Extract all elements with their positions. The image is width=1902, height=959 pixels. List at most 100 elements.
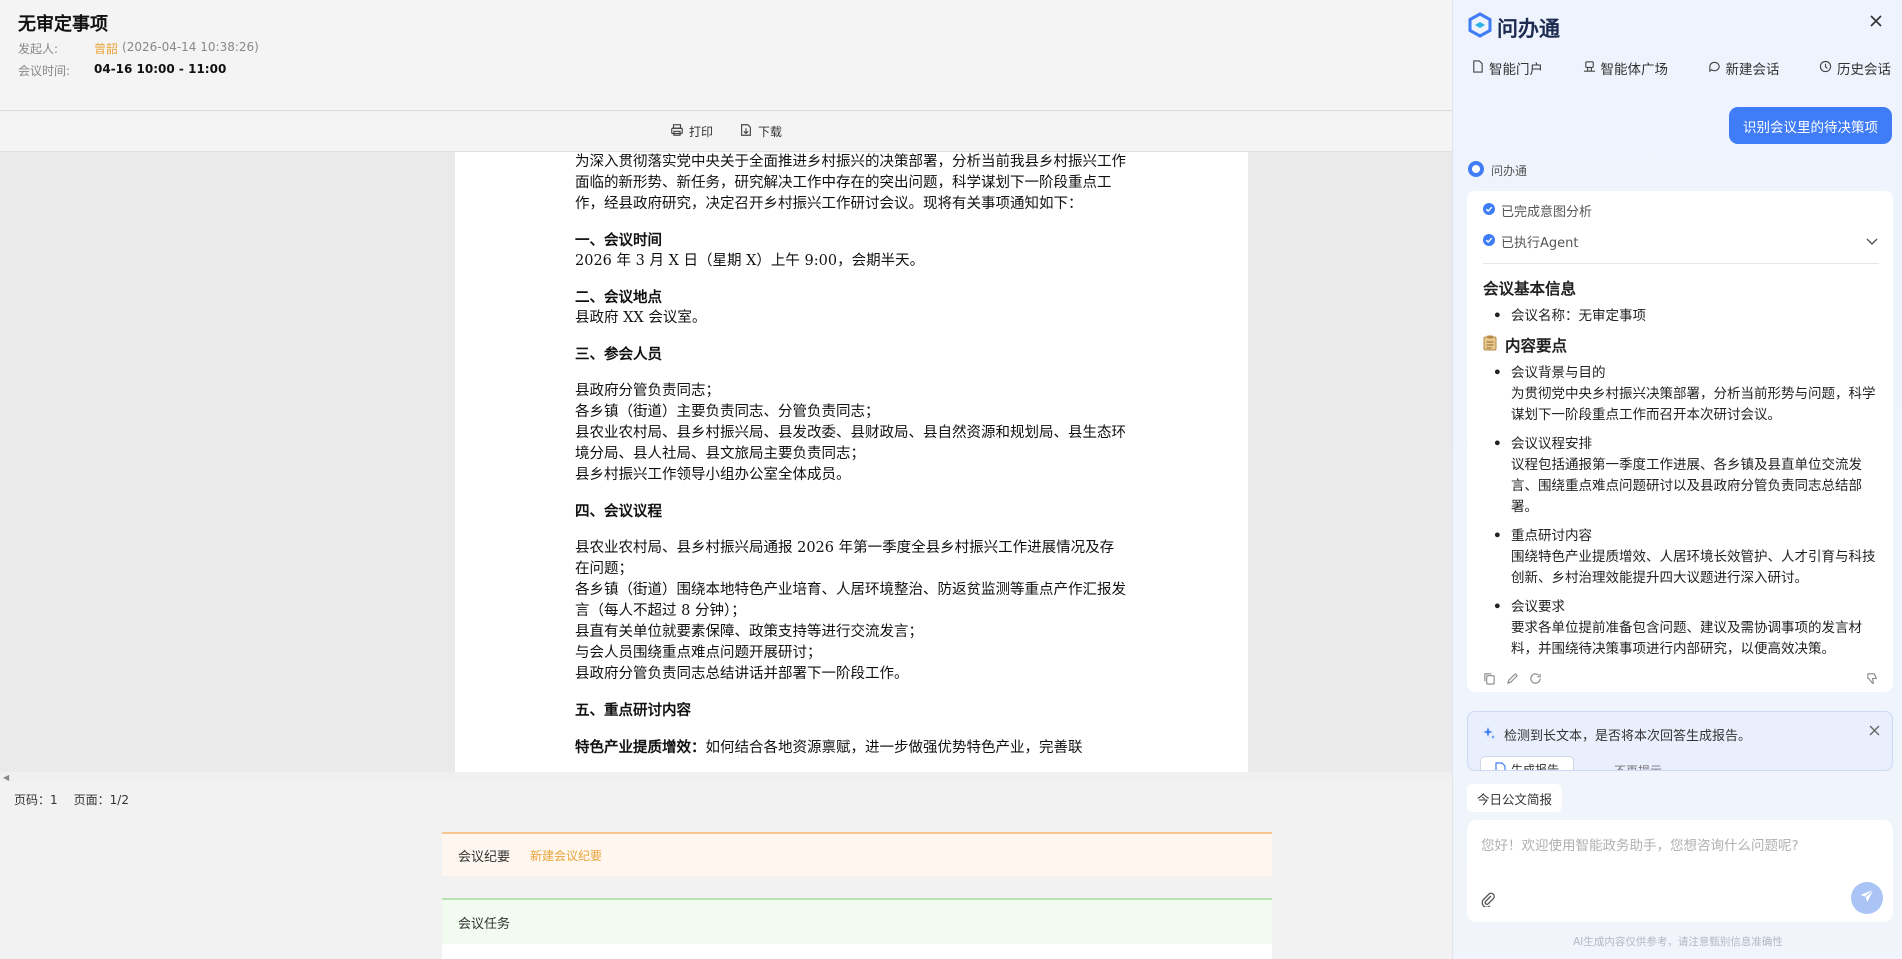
scroll-left-icon[interactable]: ◀ [3, 773, 9, 782]
step-label: 已执行Agent [1501, 236, 1579, 251]
download-label: 下载 [758, 125, 783, 139]
meeting-header: 无审定事项 发起人: 曾韶 (2026-04-14 10:38:26) 会议时间… [0, 0, 1452, 111]
report-suggestion: 检测到长文本，是否将本次回答生成报告。 生成报告 不再提示 [1467, 711, 1893, 771]
meeting-detail-pane: 无审定事项 发起人: 曾韶 (2026-04-14 10:38:26) 会议时间… [0, 0, 1452, 959]
doc-paragraph: 各乡镇（街道）主要负责同志、分管负责同志； [575, 404, 880, 420]
page-number: 页码：1 [14, 793, 58, 807]
document-icon [1495, 761, 1506, 770]
print-label: 打印 [688, 125, 713, 139]
initiator-row: 发起人: 曾韶 (2026-04-14 10:38:26) [18, 40, 259, 57]
doc-paragraph: 县农业农村局、县乡村振兴局通报 2026 年第一季度全县乡村振兴工作进展情况及存… [575, 540, 1115, 577]
generate-report-button[interactable]: 生成报告 [1480, 756, 1575, 770]
clock-icon [1819, 60, 1832, 77]
download-icon [739, 123, 753, 140]
new-minutes-link[interactable]: 新建会议纪要 [530, 847, 602, 864]
nav-history[interactable]: 历史会话 [1819, 58, 1891, 78]
doc-bold-lead: 特色产业提质增效： [575, 739, 706, 756]
answer-actions [1483, 670, 1879, 689]
doc-section-title: 二、会议地点 [575, 289, 662, 306]
close-button[interactable] [1864, 10, 1888, 34]
send-icon [1859, 888, 1875, 908]
nav-agent-plaza[interactable]: 智能体广场 [1583, 58, 1669, 78]
send-button[interactable] [1851, 882, 1883, 914]
chevron-down-icon[interactable] [1865, 233, 1879, 252]
dont-show-again-link[interactable]: 不再提示 [1614, 762, 1662, 770]
user-message: 识别会议里的待决策项 [1729, 107, 1892, 144]
divider [1483, 263, 1879, 264]
doc-section-title: 一、会议时间 [575, 232, 662, 249]
refresh-icon[interactable] [1529, 670, 1542, 689]
list-item: 会议要求 要求各单位提前准备包含问题、建议及需协调事项的发言材料，并围绕待决策事… [1483, 597, 1879, 660]
copy-icon[interactable] [1483, 670, 1496, 689]
assistant-nav: 智能门户 智能体广场 新建会话 历史会话 [1471, 58, 1891, 78]
tasks-label: 会议任务 [442, 900, 1272, 944]
brand: 问办通 [1467, 12, 1560, 43]
assistant-tag: 问办通 [1467, 160, 1527, 181]
nav-new-chat[interactable]: 新建会话 [1708, 58, 1780, 78]
close-icon[interactable] [1869, 721, 1880, 740]
basic-info-list: 会议名称：无审定事项 [1483, 306, 1879, 327]
document-viewport[interactable]: 为深入贯彻落实党中央关于全面推进乡村振兴的决策部署，分析当前我县乡村振兴工作面临… [0, 152, 1452, 772]
download-button[interactable]: 下载 [739, 123, 782, 140]
nav-smart-portal[interactable]: 智能门户 [1471, 58, 1543, 78]
thumbs-down-icon[interactable] [1866, 670, 1879, 689]
sparkle-icon [1482, 726, 1496, 744]
ai-disclaimer: AI生成内容仅供参考，请注意甄别信息准确性 [1573, 936, 1783, 948]
doc-paragraph: 县乡村振兴工作领导小组办公室全体成员。 [575, 467, 851, 483]
doc-paragraph: 县农业农村局、县乡村振兴局、县发改委、县财政局、县自然资源和规划局、县生态环境分… [575, 425, 1126, 462]
section-heading: 内容要点 [1483, 335, 1879, 357]
assistant-panel: 问办通 智能门户 智能体广场 新建会话 历史会话 识别会议里的待决策项 问办通 [1452, 0, 1902, 959]
agent-icon [1583, 60, 1596, 77]
nav-label: 智能门户 [1489, 62, 1543, 78]
minutes-label: 会议纪要 [458, 849, 511, 865]
chat-input[interactable] [1467, 820, 1893, 880]
meeting-time-row: 会议时间: 04-16 10:00 - 11:00 [18, 62, 226, 79]
meeting-time-label: 会议时间: [18, 64, 71, 78]
printer-icon [670, 123, 684, 140]
list-item: 会议名称：无审定事项 [1483, 306, 1879, 327]
initiator-label: 发起人: [18, 42, 59, 56]
answer-content: 会议基本信息 会议名称：无审定事项 内容要点 会议背景与目的 为贯彻党中央乡村振… [1483, 279, 1879, 668]
minutes-panel: 会议纪要 新建会议纪要 [442, 832, 1272, 876]
point-title: 重点研讨内容 [1511, 528, 1592, 544]
doc-paragraph: 2026 年 3 月 X 日（星期 X）上午 9:00，会期半天。 [575, 253, 925, 269]
tasks-panel: 会议任务 [442, 898, 1272, 959]
assistant-avatar-icon [1467, 160, 1485, 181]
attach-button[interactable] [1477, 890, 1499, 912]
edit-icon[interactable] [1506, 670, 1519, 689]
nav-label: 新建会话 [1725, 62, 1780, 78]
quick-prompt-chip[interactable]: 今日公文简报 [1467, 784, 1563, 812]
nav-label: 智能体广场 [1600, 62, 1669, 78]
list-item: 重点研讨内容 围绕特色产业提质增效、人居环境长效管护、人才引育与科技创新、乡村治… [1483, 526, 1879, 589]
print-button[interactable]: 打印 [670, 123, 713, 140]
doc-section-title: 五、重点研讨内容 [575, 702, 691, 719]
point-desc: 为贯彻党中央乡村振兴决策部署，分析当前形势与问题，科学谋划下一阶段重点工作而召开… [1511, 386, 1876, 423]
assistant-name: 问办通 [1491, 164, 1528, 178]
section-title: 内容要点 [1505, 336, 1568, 355]
page-status: 页码：1 页面：1/2 [14, 791, 129, 808]
brand-logo-icon [1467, 12, 1493, 43]
clipboard-icon [1483, 335, 1497, 357]
meeting-time-value: 04-16 10:00 - 11:00 [94, 62, 227, 76]
list-item: 会议背景与目的 为贯彻党中央乡村振兴决策部署，分析当前形势与问题，科学谋划下一阶… [1483, 363, 1879, 426]
doc-paragraph: 与会人员围绕重点难点问题开展研讨； [575, 645, 822, 661]
doc-paragraph: 县政府 XX 会议室。 [575, 310, 707, 326]
step-agent[interactable]: 已执行Agent [1483, 232, 1578, 251]
step-label: 已完成意图分析 [1501, 205, 1593, 220]
point-desc: 要求各单位提前准备包含问题、建议及需协调事项的发言材料，并围绕待决策事项进行内部… [1511, 620, 1862, 657]
content-points-list: 会议背景与目的 为贯彻党中央乡村振兴决策部署，分析当前形势与问题，科学谋划下一阶… [1483, 363, 1879, 660]
point-title: 会议议程安排 [1511, 436, 1592, 452]
step-intent: 已完成意图分析 [1483, 201, 1592, 220]
document-toolbar: 打印 下载 [0, 112, 1452, 152]
point-desc: 围绕特色产业提质增效、人居环境长效管护、人才引育与科技创新、乡村治理效能提升四大… [1511, 549, 1876, 586]
chat-bubble-icon [1708, 60, 1721, 77]
document-page: 为深入贯彻落实党中央关于全面推进乡村振兴的决策部署，分析当前我县乡村振兴工作面临… [455, 152, 1248, 772]
horizontal-scrollbar[interactable]: ◀ [0, 772, 1452, 782]
doc-paragraph-text: 如何结合各地资源禀赋，进一步做强优势特色产业，完善联 [705, 740, 1083, 756]
report-prompt-text: 检测到长文本，是否将本次回答生成报告。 [1504, 729, 1752, 744]
doc-section-title: 三、参会人员 [575, 346, 662, 363]
point-title: 会议背景与目的 [1511, 365, 1606, 381]
doc-paragraph: 特色产业提质增效：如何结合各地资源禀赋，进一步做强优势特色产业，完善联 [575, 737, 1128, 759]
section-heading: 会议基本信息 [1483, 280, 1577, 298]
nav-label: 历史会话 [1837, 62, 1891, 78]
